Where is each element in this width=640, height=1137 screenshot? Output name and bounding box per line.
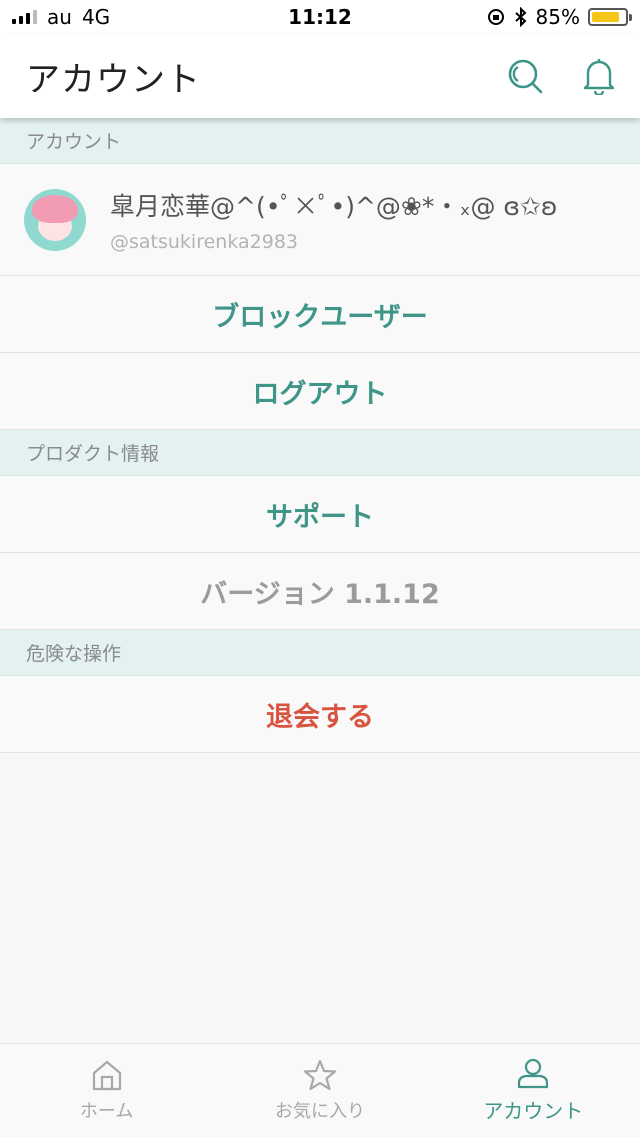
status-time: 11:12 [288,5,352,29]
block-users-button[interactable]: ブロックユーザー [0,276,640,353]
section-header-product: プロダクト情報 [0,430,640,476]
page-title: アカウント [26,59,201,100]
battery-icon [587,8,632,26]
tab-favorites-label: お気に入り [274,1100,365,1122]
carrier-label: au [47,5,72,29]
tab-home[interactable]: ホーム [0,1044,213,1137]
tab-account-label: アカウント [483,1099,584,1123]
tab-account[interactable]: アカウント [427,1044,640,1137]
profile-row[interactable]: 皐月恋華@^(•ﾟ×ﾟ•)^@❀*・ₓ@ ɞ✩ʚ @satsukirenka29… [0,164,640,276]
avatar [24,188,86,251]
star-icon [303,1059,337,1090]
logout-button[interactable]: ログアウト [0,353,640,430]
home-icon [92,1060,121,1090]
search-icon[interactable] [506,57,544,95]
withdraw-button[interactable]: 退会する [0,676,640,753]
bell-icon[interactable] [582,57,616,95]
battery-fill [591,12,620,22]
person-icon [518,1058,549,1089]
signal-icon [12,10,37,24]
version-label: バージョン 1.1.12 [0,553,640,630]
status-left: au 4G [12,5,212,29]
section-header-account: アカウント [0,118,640,164]
section-header-danger: 危険な操作 [0,630,640,676]
tab-bar: ホーム お気に入り アカウント [0,1043,640,1137]
rotation-lock-icon [487,9,504,25]
bluetooth-icon [514,7,526,27]
profile-name: 皐月恋華@^(•ﾟ×ﾟ•)^@❀*・ₓ@ ɞ✩ʚ [110,191,558,221]
nav-header: アカウント [0,34,640,118]
tab-favorites[interactable]: お気に入り [213,1044,426,1137]
support-button[interactable]: サポート [0,476,640,553]
profile-handle: @satsukirenka2983 [110,230,299,253]
nav-actions [506,57,616,95]
network-label: 4G [81,5,111,29]
profile-text: 皐月恋華@^(•ﾟ×ﾟ•)^@❀*・ₓ@ ɞ✩ʚ @satsukirenka29… [110,187,558,253]
status-right: 85% [428,5,632,29]
battery-percent: 85% [535,5,580,29]
account-content: アカウント 皐月恋華@^(•ﾟ×ﾟ•)^@❀*・ₓ@ ɞ✩ʚ @satsukir… [0,118,640,753]
status-bar: au 4G 11:12 85% [0,0,640,34]
tab-home-label: ホーム [79,1100,134,1122]
